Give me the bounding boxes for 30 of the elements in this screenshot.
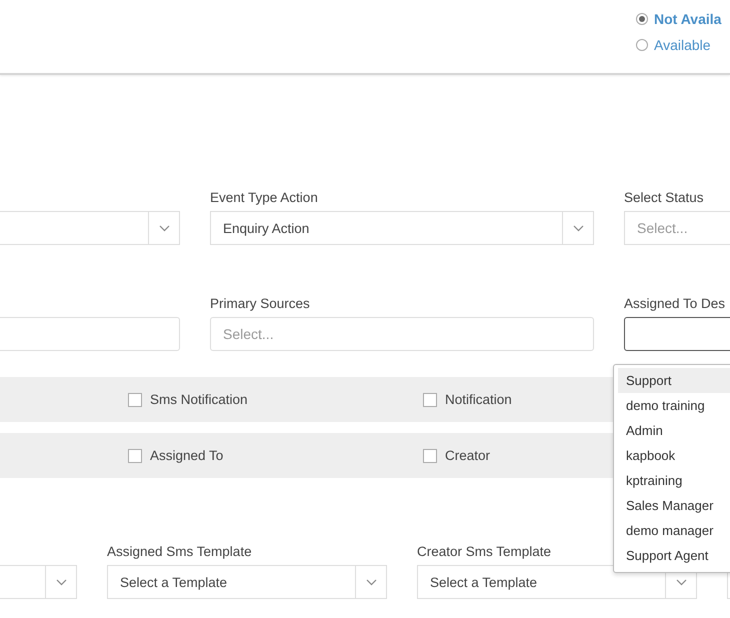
filled-select-field[interactable]: Enquiry Action — [210, 211, 594, 245]
checkbox[interactable] — [423, 448, 437, 462]
dropdown-option[interactable]: kapbook — [618, 443, 730, 468]
dropdown-option[interactable]: Admin — [618, 418, 730, 443]
checkbox[interactable] — [423, 392, 437, 406]
filled-select-field[interactable]: Select a Template — [107, 565, 387, 599]
checkbox[interactable] — [128, 448, 142, 462]
field-label: Assigned To Des — [624, 295, 726, 313]
filled-select-field[interactable]: Select a Template — [417, 565, 697, 599]
chevron-down-icon — [158, 224, 170, 232]
chevron-down-icon — [572, 224, 584, 232]
field-label: Creator Sms Template — [417, 543, 552, 561]
checkbox-label: Assigned To — [150, 448, 224, 463]
chevron-down-icon — [366, 578, 376, 586]
checkbox-label: Notification — [445, 392, 512, 407]
chevron-down-icon — [676, 578, 686, 586]
chevron-down-icon — [56, 578, 66, 586]
checkbox-label: Sms Notification — [150, 392, 248, 407]
checkbox[interactable] — [128, 392, 142, 406]
dropdown-option[interactable]: Sales Manager — [618, 493, 730, 518]
dropdown-option[interactable]: demo training — [618, 393, 730, 418]
checkbox-label: Creator — [445, 448, 490, 463]
dropdown-option[interactable]: Support — [618, 368, 730, 393]
dropdown-option[interactable]: kptraining — [618, 468, 730, 493]
field-label: Event Type Action — [210, 189, 318, 207]
field-label: Primary Sources — [210, 295, 310, 313]
dropdown-option[interactable]: demo manager — [618, 518, 730, 543]
field-label: Select Status — [624, 189, 704, 207]
field-label: Assigned Sms Template — [107, 543, 252, 561]
dropdown-option[interactable]: Support Agent — [618, 543, 730, 568]
